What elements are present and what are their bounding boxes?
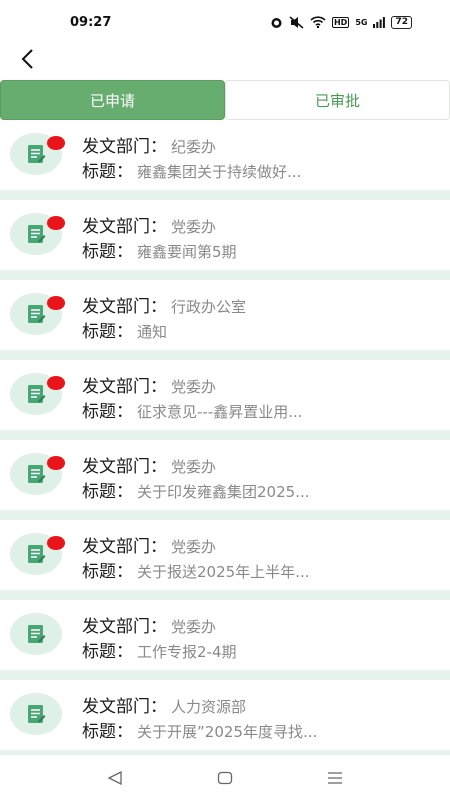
list-item[interactable]: 发文部门： 党委办 标题： 征求意见---鑫昇置业用... <box>0 360 450 440</box>
title-label: 标题： <box>82 642 133 662</box>
wifi-icon <box>310 16 326 28</box>
title-row: 标题： 关于印发雍鑫集团2025... <box>82 477 309 502</box>
dept-label: 发文部门： <box>82 217 167 237</box>
dept-label: 发文部门： <box>82 697 167 717</box>
tab-bar: 已申请 已审批 <box>0 80 450 120</box>
dept-value: 人力资源部 <box>171 698 247 716</box>
dept-label: 发文部门： <box>82 297 167 317</box>
document-icon <box>10 613 62 655</box>
title-value: 雍鑫集团关于持续做好... <box>137 163 302 181</box>
dept-value: 党委办 <box>171 378 217 396</box>
dept-label: 发文部门： <box>82 617 167 637</box>
dept-row: 发文部门： 党委办 <box>82 212 216 237</box>
title-label: 标题： <box>82 402 133 422</box>
title-value: 工作专报2-4期 <box>137 643 237 661</box>
dept-value: 党委办 <box>171 618 217 636</box>
document-list: 发文部门： 纪委办 标题： 雍鑫集团关于持续做好... 发文部门： 党委办 标题： 雍鑫要闻第… <box>0 120 450 760</box>
back-button[interactable] <box>14 46 40 72</box>
dept-row: 发文部门： 人力资源部 <box>82 692 246 717</box>
dept-value: 党委办 <box>171 458 217 476</box>
battery-icon: 72 <box>391 15 412 29</box>
dept-label: 发文部门： <box>82 537 167 557</box>
unread-badge <box>47 296 65 310</box>
alarm-icon <box>271 17 282 28</box>
title-row: 标题： 征求意见---鑫昇置业用... <box>82 397 303 422</box>
unread-badge <box>47 136 65 150</box>
status-bar: 09:27 HD 5G 72 <box>0 0 450 44</box>
dept-label: 发文部门： <box>82 377 167 397</box>
dept-value: 党委办 <box>171 218 217 236</box>
tab-approved[interactable]: 已审批 <box>225 80 450 120</box>
signal-icon <box>373 16 386 28</box>
title-value: 关于开展”2025年度寻找... <box>137 723 318 741</box>
dept-row: 发文部门： 党委办 <box>82 532 216 557</box>
title-row: 标题： 关于报送2025年上半年... <box>82 557 309 582</box>
unread-badge <box>47 376 65 390</box>
status-time: 09:27 <box>70 14 112 30</box>
network-label: 5G <box>355 17 368 27</box>
title-label: 标题： <box>82 322 133 342</box>
dept-value: 党委办 <box>171 538 217 556</box>
title-row: 标题： 雍鑫集团关于持续做好... <box>82 157 301 182</box>
list-item[interactable]: 发文部门： 纪委办 标题： 雍鑫集团关于持续做好... <box>0 120 450 200</box>
nav-back-icon[interactable] <box>107 770 123 785</box>
title-label: 标题： <box>82 242 133 262</box>
unread-badge <box>47 536 65 550</box>
mute-icon <box>289 15 304 29</box>
list-item[interactable]: 发文部门： 党委办 标题： 关于印发雍鑫集团2025... <box>0 440 450 520</box>
title-value: 通知 <box>137 323 168 341</box>
list-item[interactable]: 发文部门： 党委办 标题： 工作专报2-4期 <box>0 600 450 680</box>
system-nav-bar <box>0 755 450 800</box>
hd-icon: HD <box>331 16 350 28</box>
unread-badge <box>47 216 65 230</box>
dept-row: 发文部门： 党委办 <box>82 612 216 637</box>
nav-menu-icon[interactable] <box>327 771 343 785</box>
status-icons: HD 5G 72 <box>270 15 412 29</box>
dept-value: 纪委办 <box>171 138 217 156</box>
title-label: 标题： <box>82 722 133 742</box>
list-item[interactable]: 发文部门： 人力资源部 标题： 关于开展”2025年度寻找... <box>0 680 450 760</box>
dept-row: 发文部门： 纪委办 <box>82 132 216 157</box>
title-row: 标题： 通知 <box>82 317 167 342</box>
chevron-left-icon <box>21 49 33 69</box>
title-value: 关于报送2025年上半年... <box>137 563 310 581</box>
title-value: 征求意见---鑫昇置业用... <box>137 403 303 421</box>
title-value: 雍鑫要闻第5期 <box>137 243 237 261</box>
dept-row: 发文部门： 党委办 <box>82 452 216 477</box>
title-row: 标题： 雍鑫要闻第5期 <box>82 237 237 262</box>
dept-label: 发文部门： <box>82 137 167 157</box>
list-item[interactable]: 发文部门： 行政办公室 标题： 通知 <box>0 280 450 360</box>
dept-value: 行政办公室 <box>171 298 247 316</box>
dept-label: 发文部门： <box>82 457 167 477</box>
list-item[interactable]: 发文部门： 党委办 标题： 关于报送2025年上半年... <box>0 520 450 600</box>
tab-applied[interactable]: 已申请 <box>0 80 225 120</box>
title-label: 标题： <box>82 562 133 582</box>
dept-row: 发文部门： 党委办 <box>82 372 216 397</box>
title-value: 关于印发雍鑫集团2025... <box>137 483 310 501</box>
unread-badge <box>47 456 65 470</box>
title-label: 标题： <box>82 482 133 502</box>
list-item[interactable]: 发文部门： 党委办 标题： 雍鑫要闻第5期 <box>0 200 450 280</box>
nav-home-icon[interactable] <box>217 771 233 785</box>
document-icon <box>10 693 62 735</box>
dept-row: 发文部门： 行政办公室 <box>82 292 246 317</box>
title-label: 标题： <box>82 162 133 182</box>
title-row: 标题： 工作专报2-4期 <box>82 637 237 662</box>
title-row: 标题： 关于开展”2025年度寻找... <box>82 717 317 742</box>
